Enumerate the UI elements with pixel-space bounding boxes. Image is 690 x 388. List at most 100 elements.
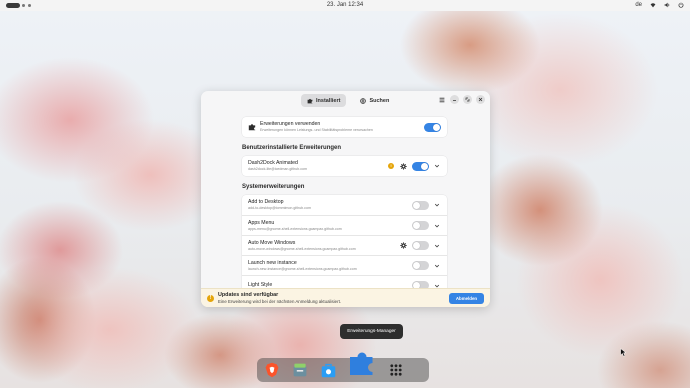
maximize-icon (465, 97, 470, 102)
clock[interactable]: 23. Jan 12:34 (0, 2, 690, 8)
toggle-knob (413, 242, 420, 249)
extension-text: Launch new instance launch-new-instance@… (248, 260, 412, 272)
header-bar: Installiert Suchen (201, 91, 490, 111)
extension-name: Add to Desktop (248, 199, 284, 205)
dock-files[interactable] (291, 361, 309, 379)
extension-manager-window: Installiert Suchen Erweiterungen verwend… (201, 91, 490, 307)
tab-search-label: Suchen (369, 97, 390, 104)
tab-search[interactable]: Suchen (354, 94, 395, 107)
extension-row[interactable]: Auto Move Windows auto-move-windows@gnom… (242, 235, 447, 255)
extension-toggle[interactable] (412, 241, 429, 250)
dock-software-store[interactable] (319, 361, 337, 379)
user-extensions-card: Dash2Dock Animated dash2dock-lite@icedma… (242, 156, 447, 176)
software-store-icon (321, 363, 335, 377)
mouse-cursor-icon (620, 348, 626, 357)
extension-manager-icon (350, 352, 373, 375)
extension-name: Launch new instance (248, 259, 297, 266)
extensions-list: Erweiterungen verwenden Erweiterungen kö… (242, 117, 447, 295)
app-grid-icon (390, 364, 402, 376)
gear-icon (399, 242, 407, 249)
extension-id: auto-move-windows@gnome-shell-extensions… (248, 246, 356, 251)
toggle-knob (421, 162, 428, 170)
keyboard-layout[interactable]: de (635, 2, 642, 8)
use-extensions-title: Erweiterungen verwenden (260, 121, 321, 127)
extension-settings-button[interactable] (399, 162, 407, 170)
extension-id: launch-new-instance@gnome-shell-extensio… (248, 266, 357, 271)
extension-row[interactable]: Add to Desktop add-to-desktop@tommimon.g… (242, 195, 447, 215)
use-extensions-card: Erweiterungen verwenden Erweiterungen kö… (242, 117, 447, 137)
expand-button[interactable] (433, 262, 441, 270)
system-tray[interactable]: de (635, 2, 684, 8)
extension-toggle[interactable] (412, 161, 429, 171)
dock-brave-browser[interactable] (263, 361, 281, 379)
warning-icon: ! (207, 294, 214, 302)
puzzle-icon (307, 98, 313, 103)
view-switcher: Installiert Suchen (301, 94, 395, 107)
extension-text: Add to Desktop add-to-desktop@tommimon.g… (248, 199, 412, 211)
tab-installed-label: Installiert (316, 97, 341, 104)
globe-icon (360, 97, 367, 104)
chevron-down-icon (434, 264, 440, 267)
minimize-button[interactable] (450, 95, 459, 104)
toggle-knob (413, 262, 420, 269)
update-warning-icon: ! (388, 163, 394, 169)
dock (257, 352, 429, 382)
maximize-button[interactable] (463, 95, 472, 104)
power-icon (678, 2, 684, 8)
chevron-down-icon (434, 224, 440, 227)
files-icon (293, 363, 307, 377)
extension-toggle[interactable] (412, 200, 429, 210)
brave-browser-icon (265, 362, 279, 378)
expand-button[interactable] (433, 242, 441, 250)
extension-id: dash2dock-lite@icedman.github.com (248, 167, 307, 171)
tab-installed[interactable]: Installiert (301, 94, 347, 107)
banner-subtitle: Eine Erweiterung wird bei der nächsten A… (218, 299, 342, 304)
banner-title: Updates sind verfügbar (218, 292, 279, 298)
window-controls (437, 95, 485, 104)
volume-icon (664, 2, 670, 8)
extension-id: add-to-desktop@tommimon.github.com (248, 206, 311, 210)
main-menu-button[interactable] (437, 95, 446, 104)
extension-name: Apps Menu (248, 219, 275, 226)
minimize-icon (453, 100, 456, 101)
expand-button[interactable] (433, 162, 441, 170)
extension-text: Auto Move Windows auto-move-windows@gnom… (248, 240, 399, 252)
extension-text: Dash2Dock Animated dash2dock-lite@icedma… (248, 160, 388, 172)
extension-row[interactable]: Dash2Dock Animated dash2dock-lite@icedma… (242, 156, 447, 176)
chevron-down-icon (434, 244, 440, 247)
use-extensions-subtitle: Erweiterungen können Leistungs- und Stab… (260, 128, 373, 132)
dock-app-grid[interactable] (387, 361, 405, 379)
dock-extension-manager[interactable] (347, 348, 377, 378)
puzzle-icon (248, 124, 256, 131)
use-extensions-toggle[interactable] (424, 122, 441, 132)
toggle-knob (413, 201, 420, 209)
extension-settings-button[interactable] (399, 242, 407, 250)
updates-banner: ! Updates sind verfügbar Eine Erweiterun… (201, 288, 490, 307)
hamburger-icon (439, 97, 444, 102)
extension-row[interactable]: Launch new instance launch-new-instance@… (242, 255, 447, 275)
expand-button[interactable] (433, 222, 441, 230)
use-extensions-text: Erweiterungen verwenden Erweiterungen kö… (260, 121, 424, 133)
chevron-down-icon (434, 164, 440, 168)
log-out-button[interactable]: Abmelden (449, 292, 484, 304)
gear-icon (399, 162, 407, 170)
toggle-knob (413, 222, 420, 229)
extension-id: apps-menu@gnome-shell-extensions.gcampax… (248, 226, 342, 231)
extension-toggle[interactable] (412, 261, 429, 270)
wifi-icon (650, 3, 656, 8)
banner-text: Updates sind verfügbar Eine Erweiterung … (218, 292, 449, 304)
system-extensions-card: Add to Desktop add-to-desktop@tommimon.g… (242, 195, 447, 295)
extension-row[interactable]: Apps Menu apps-menu@gnome-shell-extensio… (242, 215, 447, 235)
system-extensions-heading: Systemerweiterungen (242, 184, 305, 190)
close-button[interactable] (476, 95, 485, 104)
top-bar: 23. Jan 12:34 de (0, 0, 690, 11)
close-icon (478, 97, 483, 102)
use-extensions-row: Erweiterungen verwenden Erweiterungen kö… (242, 117, 447, 137)
expand-button[interactable] (433, 201, 441, 209)
extension-name: Auto Move Windows (248, 239, 296, 246)
toggle-knob (433, 123, 440, 131)
user-extensions-heading: Benutzerinstallierte Erweiterungen (242, 145, 342, 151)
extension-toggle[interactable] (412, 221, 429, 230)
chevron-down-icon (434, 203, 440, 207)
dock-tooltip: Erweiterungs-Manager (340, 324, 403, 339)
